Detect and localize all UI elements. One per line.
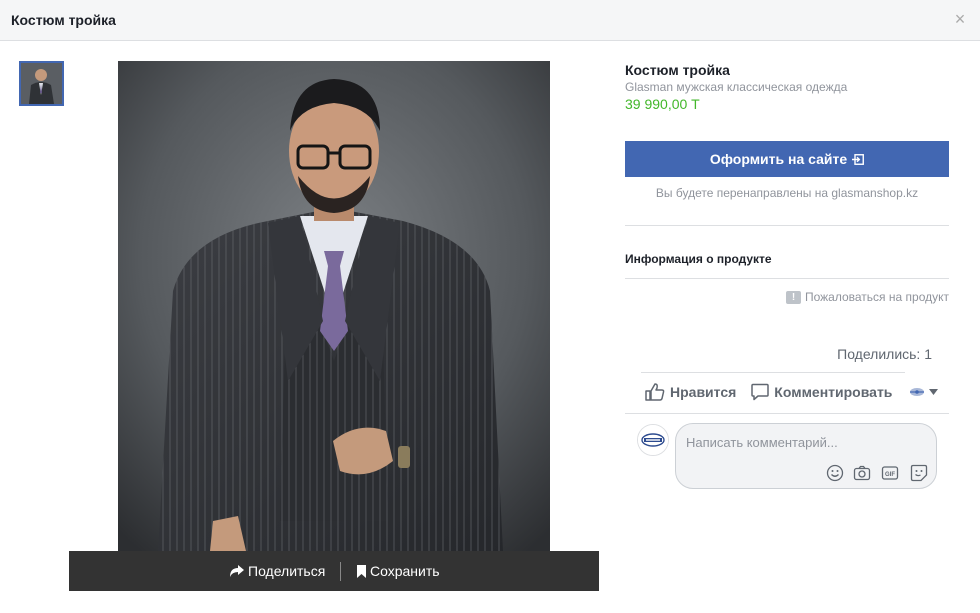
comment-label: Комментировать — [774, 384, 893, 400]
redirect-note: Вы будете перенаправлены на glasmanshop.… — [655, 186, 919, 200]
seller-link[interactable]: Glasman мужская классическая одежда — [625, 80, 847, 94]
emoji-icon[interactable] — [826, 464, 844, 482]
sticker-icon[interactable] — [910, 464, 928, 482]
product-photo[interactable] — [118, 61, 550, 551]
report-icon: ! — [785, 290, 801, 304]
share-button[interactable]: Поделиться — [229, 563, 325, 579]
comment-composer: GIF — [675, 423, 937, 489]
product-info-heading[interactable]: Информация о продукте — [625, 252, 772, 266]
divider — [625, 413, 949, 414]
save-button[interactable]: Сохранить — [357, 563, 440, 579]
gif-icon[interactable]: GIF — [881, 464, 899, 482]
share-label: Поделиться — [248, 563, 326, 579]
product-thumbnail[interactable] — [19, 61, 64, 106]
like-button[interactable]: Нравится — [645, 383, 736, 401]
bar-divider — [340, 562, 341, 581]
avatar[interactable] — [637, 424, 669, 456]
chevron-down-icon — [929, 389, 939, 395]
external-link-icon — [852, 153, 865, 165]
comment-button[interactable]: Комментировать — [751, 383, 892, 401]
divider — [625, 278, 949, 279]
audience-selector[interactable] — [908, 386, 939, 398]
checkout-on-site-button[interactable]: Оформить на сайте — [625, 141, 949, 177]
comment-icon — [751, 383, 770, 401]
bookmark-icon — [357, 564, 366, 578]
share-icon — [230, 565, 244, 577]
report-label: Пожаловаться на продукт — [804, 290, 949, 304]
svg-text:GIF: GIF — [885, 472, 895, 478]
product-modal: Костюм тройка × Поделиться Сохранить Кос… — [0, 0, 980, 613]
audience-icon — [910, 388, 925, 396]
report-product-link[interactable]: ! Пожаловаться на продукт — [785, 290, 949, 304]
camera-icon[interactable] — [853, 464, 871, 482]
divider — [625, 225, 949, 226]
share-count[interactable]: Поделились: 1 — [837, 346, 932, 362]
like-label: Нравится — [670, 384, 737, 400]
product-price: 39 990,00 Т — [625, 96, 700, 112]
save-label: Сохранить — [370, 563, 440, 579]
modal-header: Костюм тройка × — [0, 0, 980, 41]
divider — [641, 372, 905, 373]
close-icon[interactable]: × — [952, 10, 968, 28]
social-actions: Нравится Комментировать — [645, 383, 939, 401]
checkout-label: Оформить на сайте — [709, 151, 848, 167]
photo-action-bar: Поделиться Сохранить — [69, 551, 599, 591]
like-icon — [645, 383, 665, 401]
comment-input[interactable] — [686, 432, 926, 452]
product-title: Костюм тройка — [625, 62, 730, 78]
modal-title: Костюм тройка — [11, 12, 116, 28]
